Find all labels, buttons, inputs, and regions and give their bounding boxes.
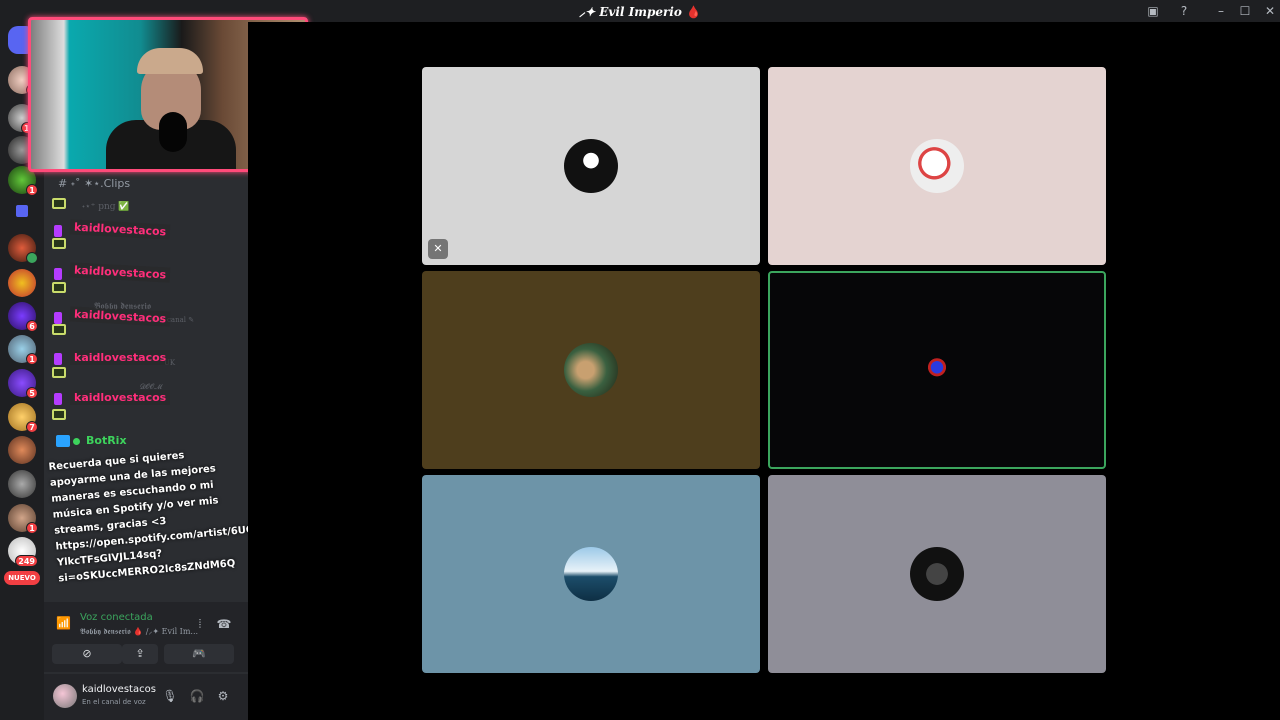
chat-username: kaidlovestacos [70,390,171,405]
twitch-icon [54,225,62,237]
inbox-icon[interactable]: ▣ [1145,3,1161,19]
gear-icon[interactable]: ⚙ [215,688,231,704]
unread-badge: 1 [26,522,38,534]
signal-icon: 📶 [56,616,71,630]
hashtag-icon: # [58,177,71,190]
title-text: ⸝✦ Evil Imperio [578,5,682,19]
unread-badge: 1 [26,184,38,196]
maximize-button[interactable]: ☐ [1235,2,1255,20]
chat-username: kaidlovestacos [70,350,171,365]
participant-avatar [564,343,618,397]
close-button[interactable]: ✕ [1260,2,1280,20]
participant-tile[interactable]: ✕ [422,67,760,265]
folder-icon[interactable] [16,205,28,217]
server-icon[interactable] [8,470,36,498]
screen-share-button[interactable]: ⇪ [122,644,158,664]
folder-icon [52,282,66,293]
folder-icon [52,198,66,209]
camera-off-icon: ⊘ [82,647,92,660]
botrix-logo-icon [56,435,70,447]
screen-share-icon: ⇪ [135,647,145,660]
participant-avatar [564,547,618,601]
user-name[interactable]: kaidlovestacos [82,684,156,695]
verified-icon [73,438,80,445]
voice-status[interactable]: Voz conectada [80,612,153,623]
participant-avatar [910,343,964,397]
twitch-icon [54,312,62,324]
chat-username: kaidlovestacos [69,306,171,327]
participant-tile-speaking[interactable] [768,271,1106,469]
user-panel: kaidlovestacos En el canal de voz 🎙 🎧 ⚙ [44,674,248,720]
user-status: En el canal de voz [82,698,146,706]
voice-channel: 𝕭𝖔𝖇𝖇𝖞 𝖉𝖊𝖓𝖘𝖊𝖗𝖎𝖔 🩸 /⸝✦ Evil Im... [80,627,199,636]
help-icon[interactable]: ? [1176,3,1192,19]
voice-stage: ✕ [248,22,1280,720]
microphone-icon[interactable]: 🎙 [162,688,178,704]
twitch-icon [54,353,62,365]
unread-badge: 249 [15,555,38,567]
noise-suppression-icon[interactable]: ⦙ [192,616,208,632]
bot-message-text: Recuerda que si quieres apoyarme una de … [48,450,248,585]
new-badge: NUEVO [4,571,40,585]
streamer-cap [137,48,203,74]
folder-icon [52,367,66,378]
headphones-icon[interactable]: 🎧 [189,688,205,704]
participant-tile[interactable] [768,475,1106,673]
server-icon[interactable] [8,234,38,264]
voice-badge [26,252,38,264]
minimize-button[interactable]: – [1211,2,1231,20]
channel-name: ˖˚ ✶⋆.Clips [70,177,131,190]
folder-icon [52,324,66,335]
chat-username: kaidlovestacos [69,219,171,240]
camera-button[interactable]: ⊘ [52,644,122,664]
server-icon[interactable]: 1 [8,335,38,365]
server-icon[interactable]: 5 [8,369,38,399]
participant-avatar [564,139,618,193]
server-icon[interactable]: 7 [8,403,38,433]
folder-icon [52,238,66,249]
server-icon[interactable] [8,436,36,464]
participant-avatar [910,139,964,193]
server-icon[interactable] [8,269,36,297]
server-icon[interactable]: 1 [8,504,38,534]
unread-badge: 7 [26,421,38,433]
server-icon[interactable]: 6 [8,302,38,332]
activity-button[interactable]: 🎮 [164,644,234,664]
participant-tile[interactable] [422,475,760,673]
bot-name: BotRix [86,434,127,447]
avatar[interactable] [53,684,77,708]
channel-item[interactable]: ˖⋆⁺ png ✅ [82,202,130,212]
twitch-icon [54,268,62,280]
gamepad-icon: 🎮 [192,647,206,660]
channel-item-clips[interactable]: # ˖˚ ✶⋆.Clips [58,177,130,190]
server-icon[interactable]: 249 [8,537,38,567]
twitch-icon [54,393,62,405]
unread-badge: 6 [26,320,38,332]
muted-mic-icon: ✕ [428,239,448,259]
participant-avatar [910,547,964,601]
chat-username: kaidlovestacos [69,262,171,283]
folder-icon [52,409,66,420]
voice-panel: 📶 Voz conectada 𝕭𝖔𝖇𝖇𝖞 𝖉𝖊𝖓𝖘𝖊𝖗𝖎𝖔 🩸 /⸝✦ Evi… [44,602,248,672]
participant-tile[interactable] [422,271,760,469]
title-suffix: 🩸 [686,5,701,19]
unread-badge: 1 [26,353,38,365]
participant-tile[interactable] [768,67,1106,265]
microphone-prop [159,112,187,152]
unread-badge: 5 [26,387,38,399]
disconnect-icon[interactable]: ☎ [216,616,232,632]
